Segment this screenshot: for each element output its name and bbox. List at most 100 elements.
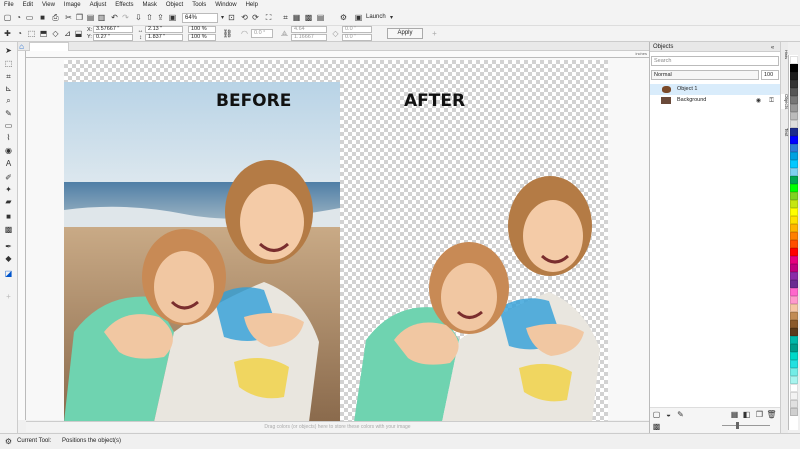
color-swatch[interactable]: [790, 56, 798, 64]
crop-icon[interactable]: ⌗: [281, 13, 290, 22]
color-swatch[interactable]: [790, 360, 798, 368]
color-swatch[interactable]: [790, 384, 798, 392]
menu-item-image[interactable]: Image: [64, 2, 81, 8]
skew-horizontal-field[interactable]: 4.64: [291, 26, 327, 33]
lock-icon[interactable]: ⚿: [767, 96, 776, 105]
zoom-toggle-icon[interactable]: ▣: [168, 13, 177, 22]
color-swatch[interactable]: [790, 296, 798, 304]
import-icon[interactable]: ⇩: [134, 13, 143, 22]
menu-item-edit[interactable]: Edit: [23, 2, 33, 8]
launch-app-icon[interactable]: ▣: [354, 13, 363, 22]
checker-fill-tool-icon[interactable]: ▩: [4, 225, 13, 234]
color-swatch[interactable]: [790, 272, 798, 280]
freehand-mask-tool-icon[interactable]: ⌇: [4, 133, 13, 142]
effect-tool-icon[interactable]: ✦: [4, 185, 13, 194]
eraser-tool-icon[interactable]: ▰: [4, 197, 13, 206]
lock-ratio-icon[interactable]: ⛓: [222, 29, 232, 38]
objects-search-input[interactable]: Search: [651, 56, 779, 66]
rotate-right-icon[interactable]: ⟳: [251, 13, 260, 22]
skew-object-icon[interactable]: ◇: [51, 29, 60, 38]
delete-icon[interactable]: 🗑: [766, 410, 776, 419]
scale-width-field[interactable]: 100 %: [188, 26, 216, 33]
mask-icon[interactable]: ▦: [292, 13, 301, 22]
width-field[interactable]: 2.13 ": [145, 26, 183, 33]
color-swatch[interactable]: [790, 288, 798, 296]
launch-button[interactable]: Launch: [366, 14, 386, 20]
copy-icon[interactable]: ❐: [75, 13, 84, 22]
color-swatch[interactable]: [790, 344, 798, 352]
color-swatch[interactable]: [790, 176, 798, 184]
zoom-tool-icon[interactable]: ⌕: [4, 96, 13, 105]
grid-icon[interactable]: ▩: [304, 13, 313, 22]
color-swatch[interactable]: [790, 192, 798, 200]
zoom-level-field[interactable]: 64%: [182, 13, 218, 23]
perspective-object-icon[interactable]: ⬓: [74, 29, 83, 38]
angle-field[interactable]: 0.0 °: [251, 29, 273, 38]
merge-icon[interactable]: ✎: [676, 410, 685, 419]
color-swatch[interactable]: [790, 72, 798, 80]
color-swatch[interactable]: [790, 200, 798, 208]
straighten-tool-icon[interactable]: ⊾: [4, 84, 13, 93]
apply-button[interactable]: Apply: [387, 28, 423, 39]
menu-item-adjust[interactable]: Adjust: [90, 2, 107, 8]
mask-transform-tool-icon[interactable]: ⬚: [4, 59, 13, 68]
scale-object-icon[interactable]: ⬒: [39, 29, 48, 38]
distort-object-icon[interactable]: ⊿: [63, 29, 72, 38]
thumbnail-view-icon[interactable]: ▩: [652, 422, 661, 431]
position-object-icon[interactable]: ⬚: [27, 29, 36, 38]
export-icon[interactable]: ⇧: [145, 13, 154, 22]
color-swatch[interactable]: [790, 352, 798, 360]
guidelines-icon[interactable]: ▤: [316, 13, 325, 22]
opacity-field[interactable]: 100: [761, 70, 779, 80]
color-swatch[interactable]: [790, 208, 798, 216]
color-swatch[interactable]: [790, 168, 798, 176]
color-swatch[interactable]: [790, 304, 798, 312]
red-eye-tool-icon[interactable]: ◉: [4, 146, 13, 155]
menu-item-tools[interactable]: Tools: [192, 2, 206, 8]
color-swatch[interactable]: [790, 64, 798, 72]
color-swatch[interactable]: [790, 336, 798, 344]
color-swatch[interactable]: [790, 128, 798, 136]
color-swatch[interactable]: [790, 112, 798, 120]
color-swatch[interactable]: [790, 80, 798, 88]
zoom-fit-icon[interactable]: ⊡: [227, 13, 236, 22]
open-folder-icon[interactable]: ▭: [25, 13, 34, 22]
color-swatch[interactable]: [790, 312, 798, 320]
new-object-icon[interactable]: ▢: [652, 410, 661, 419]
menu-item-mask[interactable]: Mask: [143, 2, 157, 8]
rectangle-tool-icon[interactable]: ■: [4, 212, 13, 221]
y-position-field[interactable]: 0.27 ": [93, 34, 133, 41]
undo-icon[interactable]: ↶: [110, 13, 119, 22]
x-position-field[interactable]: 3.57667 ": [93, 26, 133, 33]
skew-vertical-field[interactable]: 1.16667: [291, 34, 327, 41]
rotate-left-icon[interactable]: ⟲: [240, 13, 249, 22]
full-screen-icon[interactable]: ⛶: [264, 13, 273, 22]
chevron-down-icon[interactable]: ▾: [218, 13, 227, 22]
crop-tool-icon[interactable]: ⌗: [4, 72, 13, 81]
visibility-eye-icon[interactable]: ◉: [754, 96, 763, 105]
combine-icon[interactable]: ▦: [730, 410, 739, 419]
before-photo[interactable]: [64, 82, 340, 422]
color-swatch[interactable]: [790, 160, 798, 168]
duplicate-icon[interactable]: ❐: [755, 410, 764, 419]
menu-item-object[interactable]: Object: [166, 2, 183, 8]
redo-icon[interactable]: ↷: [121, 13, 130, 22]
save-icon[interactable]: ■: [38, 13, 47, 22]
add-object-icon[interactable]: ✚: [3, 29, 12, 38]
menu-item-window[interactable]: Window: [215, 2, 236, 8]
add-tool-icon[interactable]: +: [4, 292, 13, 301]
menu-item-view[interactable]: View: [42, 2, 55, 8]
document-tab[interactable]: [29, 42, 69, 51]
color-swatch[interactable]: [790, 400, 798, 408]
color-swatch[interactable]: [790, 408, 798, 416]
color-swatch[interactable]: [790, 120, 798, 128]
offset-y-field[interactable]: 0.0 ": [342, 34, 372, 41]
color-swatch[interactable]: [790, 184, 798, 192]
color-swatch[interactable]: [790, 248, 798, 256]
color-swatch[interactable]: [790, 152, 798, 160]
add-icon[interactable]: +: [430, 29, 439, 38]
paint-tool-icon[interactable]: ✐: [4, 173, 13, 182]
paste-special-icon[interactable]: ▥: [97, 13, 106, 22]
scale-height-field[interactable]: 100 %: [188, 34, 216, 41]
color-swatch[interactable]: [790, 280, 798, 288]
